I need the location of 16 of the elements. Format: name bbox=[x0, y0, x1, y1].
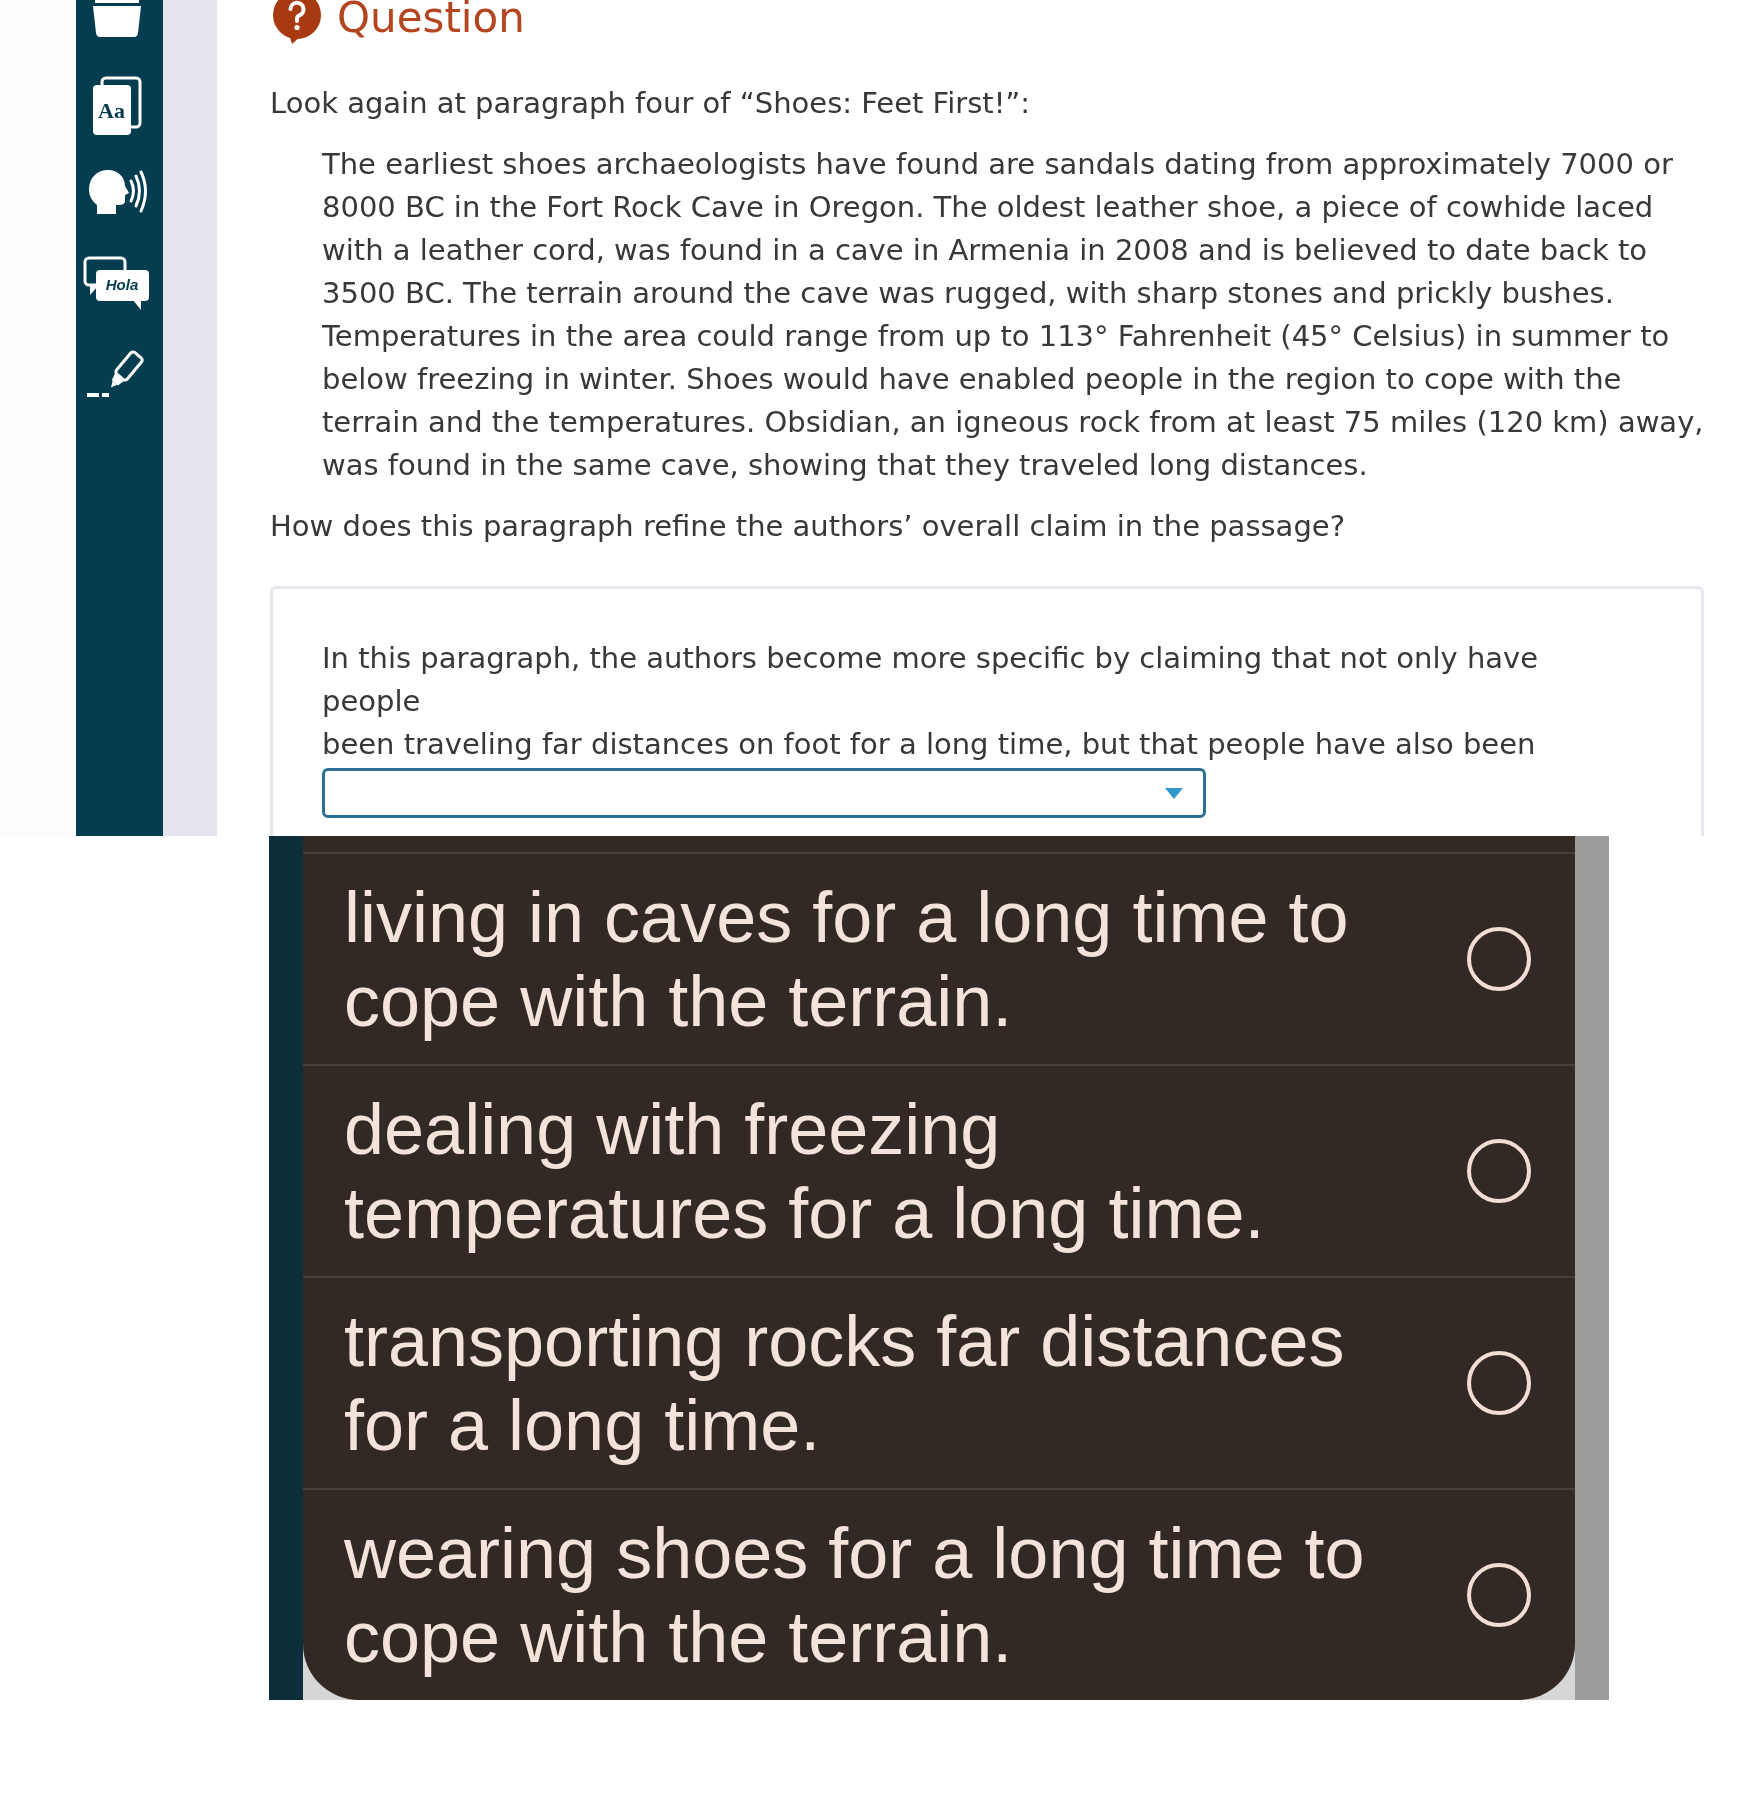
question-text: How does this paragraph refine the authors’ overall claim in the passage? bbox=[270, 508, 1347, 545]
radio-button[interactable] bbox=[1467, 1563, 1531, 1627]
translate-button[interactable]: Hola bbox=[82, 256, 151, 312]
radio-button[interactable] bbox=[1467, 927, 1531, 991]
caret-icon bbox=[1165, 787, 1183, 799]
passage-excerpt: The earliest shoes archaeologists have found are sandals dating from approximately 7000 or 8000 BC in the Fort Rock Cave in Oregon. The oldest leather shoe, a piece of cowhide laced with a leather cord, was found in a cave in Armenia in 2008 and is believed to date back to 3500 BC. The terrain around the cave was rugged, with sharp stones and prickly bushes. Temperatures in the area could range from up to 113° Fahrenheit (45° Celsius) in summer to below freezing in winter. Shoes would have enabled people in the region to cope with the terrain and the temperatures. Obsidian, an igneous rock from at least 75 miles (120 km) away, was found in the same cave, showing that they traveled long distances. bbox=[322, 146, 1705, 484]
answer-sentence: been traveling far distances on foot for a long time, but that people have also been bbox=[322, 726, 1537, 763]
dropdown-field[interactable] bbox=[322, 768, 1206, 818]
cards-icon bbox=[91, 76, 142, 136]
radio-button[interactable] bbox=[1467, 1351, 1531, 1415]
radio-button[interactable] bbox=[1467, 1139, 1531, 1203]
question-prompt: Look again at paragraph four of “Shoes: Feet First!”: bbox=[270, 85, 1032, 122]
tray-icon[interactable] bbox=[90, 0, 143, 38]
speech-bubbles-icon bbox=[82, 256, 151, 312]
glossary-button[interactable]: Aa bbox=[91, 76, 142, 136]
question-heading: Question bbox=[337, 0, 525, 42]
